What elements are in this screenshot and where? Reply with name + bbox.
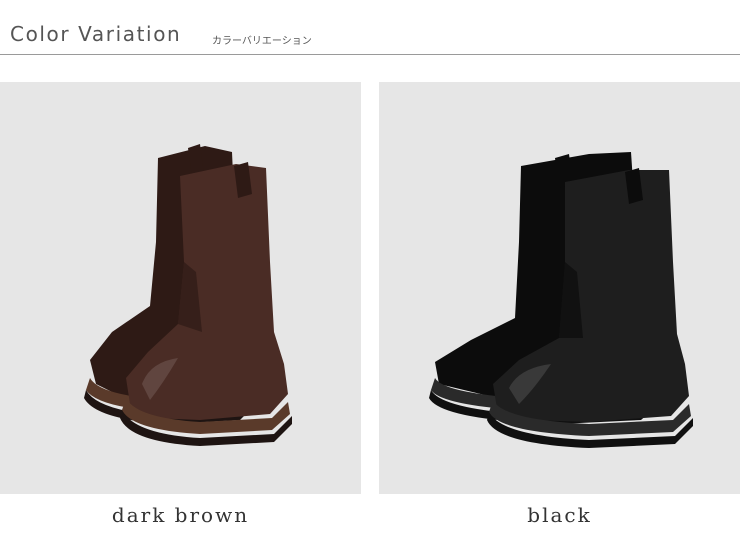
- product-image-black: [379, 82, 740, 494]
- variation-label-black: black: [527, 503, 592, 527]
- front-boot: [120, 162, 292, 446]
- section-title: Color Variation: [10, 22, 182, 46]
- boots-illustration-dark-brown: [84, 144, 292, 446]
- section-header: Color Variation カラーバリエーション: [0, 0, 740, 56]
- variation-label-dark-brown: dark brown: [111, 503, 250, 527]
- product-image-dark-brown: [0, 82, 361, 494]
- boots-illustration-black: [429, 152, 693, 448]
- section-subtitle: カラーバリエーション: [212, 36, 312, 47]
- header-divider: [0, 54, 740, 55]
